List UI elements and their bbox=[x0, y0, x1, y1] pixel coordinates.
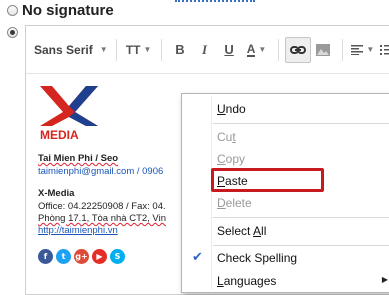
formatting-toolbar: Sans Serif ▼ ΤT ▼ B I U A ▼ bbox=[26, 26, 389, 74]
menu-item-undo[interactable]: Undo bbox=[217, 102, 246, 116]
menu-gutter bbox=[211, 96, 212, 290]
menu-item-languages[interactable]: Languages bbox=[217, 274, 276, 288]
menu-item-delete[interactable]: Delete bbox=[217, 196, 252, 210]
chevron-down-icon: ▼ bbox=[143, 45, 151, 54]
menu-item-cut[interactable]: Cut bbox=[217, 130, 236, 144]
menu-item-select-all[interactable]: Select All bbox=[217, 224, 266, 238]
signature-address: Phòng 17.1, Tòa nhà CT2, Vin bbox=[38, 213, 166, 224]
menu-item-copy[interactable]: Copy bbox=[217, 152, 245, 166]
paste-highlight-box bbox=[211, 168, 324, 192]
chevron-down-icon: ▼ bbox=[100, 45, 108, 54]
cut-accel: t bbox=[232, 130, 235, 144]
select-all-label-rest: ll bbox=[261, 224, 266, 238]
font-size-icon: ΤT bbox=[126, 43, 141, 57]
chevron-down-icon: ▼ bbox=[366, 45, 374, 54]
select-all-accel: A bbox=[253, 224, 261, 238]
text-color-icon: A bbox=[247, 43, 256, 57]
chevron-down-icon: ▼ bbox=[258, 45, 266, 54]
signature-radio[interactable] bbox=[7, 27, 18, 38]
toolbar-divider bbox=[161, 39, 162, 61]
font-family-value: Sans Serif bbox=[34, 43, 93, 57]
checkmark-icon: ✔ bbox=[192, 249, 203, 265]
copy-accel: C bbox=[217, 152, 226, 166]
no-signature-label: No signature bbox=[22, 2, 114, 19]
dotted-focus-line bbox=[175, 0, 255, 3]
delete-accel: D bbox=[217, 196, 226, 210]
youtube-icon[interactable]: ▶ bbox=[92, 249, 107, 264]
logo-text: MEDIA bbox=[40, 128, 79, 140]
align-button[interactable]: ▼ bbox=[349, 37, 377, 63]
no-signature-radio[interactable] bbox=[7, 5, 18, 16]
skype-icon[interactable]: S bbox=[110, 249, 125, 264]
x-media-logo: MEDIA bbox=[38, 86, 100, 140]
numbered-list-button[interactable] bbox=[377, 37, 389, 63]
social-icons: f t g+ ▶ S bbox=[38, 249, 125, 264]
font-family-select[interactable]: Sans Serif ▼ bbox=[34, 37, 110, 63]
font-size-button[interactable]: ΤT ▼ bbox=[123, 37, 155, 63]
menu-divider bbox=[213, 217, 389, 218]
submenu-arrow-icon: ▶ bbox=[382, 275, 388, 284]
insert-link-button[interactable] bbox=[285, 37, 312, 63]
toolbar-divider bbox=[278, 39, 279, 61]
menu-divider bbox=[213, 123, 389, 124]
undo-label-rest: ndo bbox=[226, 102, 246, 116]
toolbar-divider bbox=[116, 39, 117, 61]
italic-button[interactable]: I bbox=[192, 37, 217, 63]
copy-label-rest: opy bbox=[226, 152, 245, 166]
languages-label-rest: anguages bbox=[224, 274, 277, 288]
facebook-icon[interactable]: f bbox=[38, 249, 53, 264]
languages-accel: L bbox=[217, 274, 224, 288]
signature-company: X-Media bbox=[38, 188, 74, 199]
signature-website[interactable]: http://taimienphi.vn bbox=[38, 225, 118, 236]
text-color-button[interactable]: A ▼ bbox=[241, 37, 271, 63]
signature-office: Office: 04.22250908 / Fax: 04. bbox=[38, 201, 166, 212]
link-icon bbox=[290, 45, 306, 55]
signature-name: Tai Mien Phi / Seo bbox=[38, 153, 118, 164]
undo-accel: U bbox=[217, 102, 226, 116]
menu-divider bbox=[213, 245, 389, 246]
list-icon bbox=[380, 45, 389, 55]
align-left-icon bbox=[351, 45, 363, 55]
twitter-icon[interactable]: t bbox=[56, 249, 71, 264]
underline-button[interactable]: U bbox=[217, 37, 242, 63]
signature-email[interactable]: taimienphi@gmail.com / 0906 bbox=[38, 166, 163, 177]
google-plus-icon[interactable]: g+ bbox=[74, 249, 89, 264]
select-all-label-pre: Select bbox=[217, 224, 253, 238]
context-menu: Undo Cut Copy Paste Delete Select All ✔ … bbox=[181, 93, 389, 293]
cut-label-pre: Cu bbox=[217, 130, 232, 144]
bold-button[interactable]: B bbox=[168, 37, 193, 63]
image-icon bbox=[316, 44, 330, 56]
insert-image-button[interactable] bbox=[311, 37, 336, 63]
toolbar-divider bbox=[342, 39, 343, 61]
delete-label-rest: elete bbox=[226, 196, 252, 210]
menu-item-check-spelling[interactable]: Check Spelling bbox=[217, 251, 297, 265]
